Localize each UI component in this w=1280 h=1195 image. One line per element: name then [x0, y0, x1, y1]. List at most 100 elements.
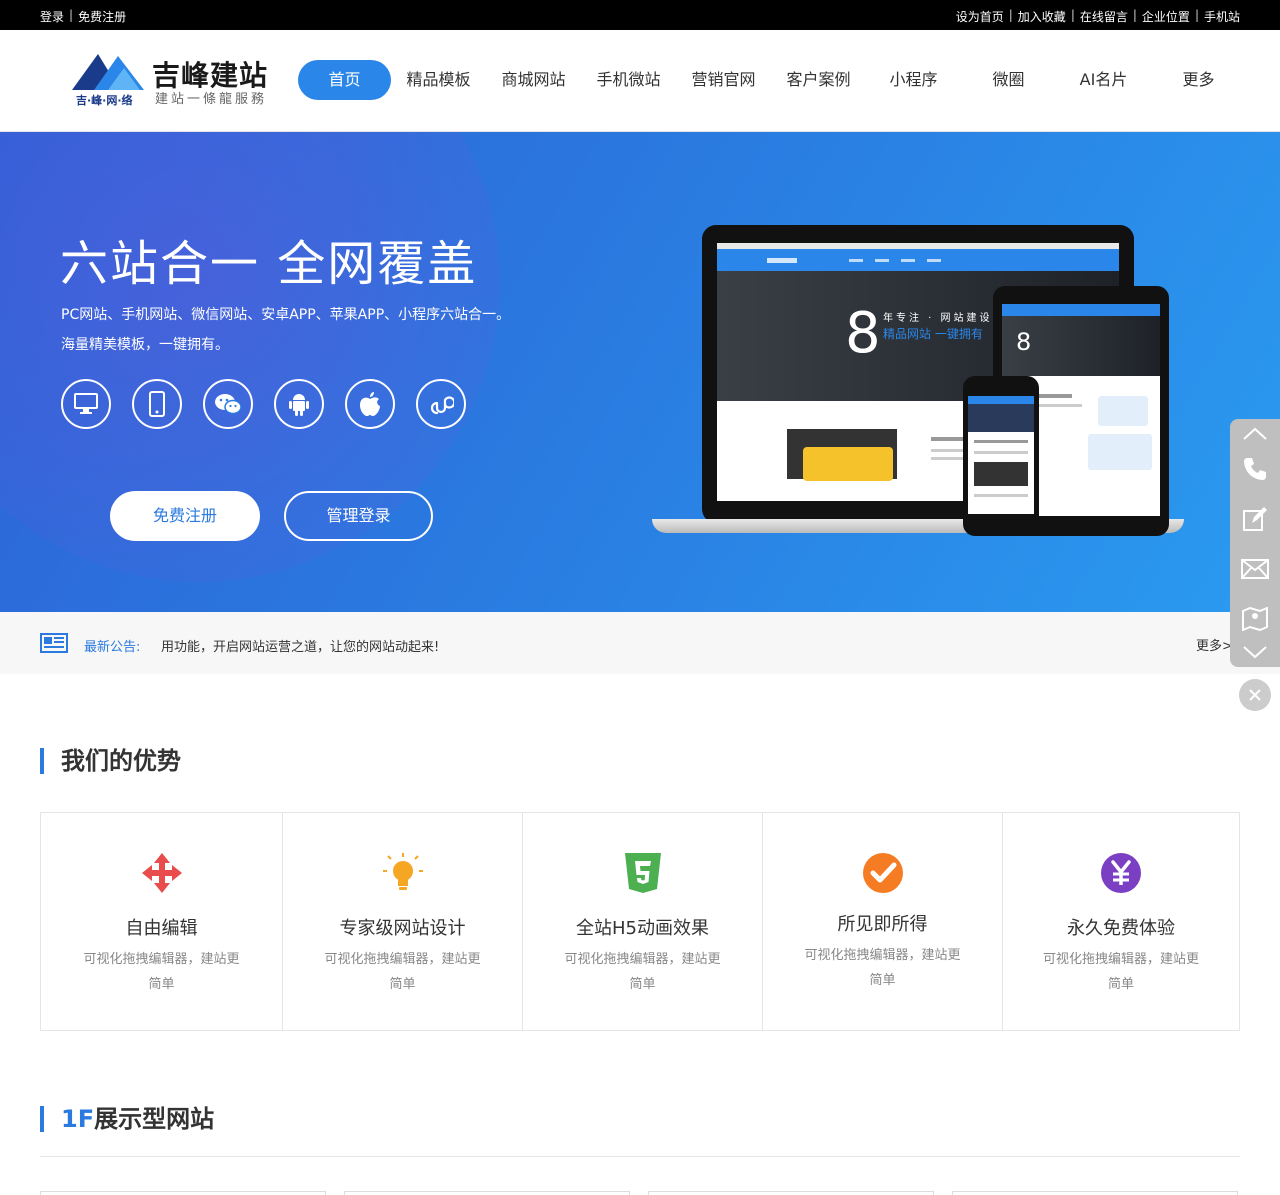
- banner-description: PC网站、手机网站、微信网站、安卓APP、苹果APP、小程序六站合一。 海量精美…: [61, 300, 510, 360]
- phone-screen: [968, 396, 1034, 514]
- announcement-more-link[interactable]: 更多>: [1196, 635, 1233, 654]
- nav-item-marketing[interactable]: 营销官网: [676, 60, 771, 100]
- logo-slogan: 建站一條龍服務: [155, 92, 268, 107]
- mini-program-icon[interactable]: [416, 379, 466, 429]
- logo-sub-text: 吉·峰·网·络: [76, 94, 133, 107]
- nav-item-mobile[interactable]: 手机微站: [581, 60, 676, 100]
- nav-item-ai-card[interactable]: AI名片: [1056, 60, 1151, 100]
- feature-description: 可视化拖拽编辑器，建站更简单: [564, 952, 721, 992]
- site-logo[interactable]: 吉·峰·网·络 吉峰建站 建站一條龍服務: [72, 50, 282, 110]
- map-icon: [1242, 607, 1268, 631]
- mail-icon: [1241, 559, 1269, 579]
- banner-desc-line: 海量精美模板，一键拥有。: [61, 337, 229, 353]
- scroll-down-button[interactable]: [1230, 637, 1280, 667]
- check-circle-icon: [862, 853, 903, 893]
- register-link[interactable]: 免费注册: [78, 8, 126, 25]
- nav-item-weiquan[interactable]: 微圈: [961, 60, 1056, 100]
- feature-card[interactable]: 专家级网站设计 可视化拖拽编辑器，建站更简单: [283, 813, 523, 1030]
- nav-item-cases[interactable]: 客户案例: [771, 60, 866, 100]
- set-homepage-link[interactable]: 设为首页: [956, 8, 1004, 25]
- move-arrows-icon: [141, 853, 182, 893]
- feature-description: 可视化拖拽编辑器，建站更简单: [1043, 952, 1200, 992]
- feature-description: 可视化拖拽编辑器，建站更简单: [83, 952, 240, 992]
- separator: |: [1132, 8, 1137, 22]
- floor1-cards: [40, 1191, 1240, 1195]
- separator: |: [1194, 8, 1199, 22]
- header: 吉·峰·网·络 吉峰建站 建站一條龍服務 首页 精品模板 商城网站 手机微站 营…: [0, 30, 1280, 132]
- banner-title: 六站合一 全网覆盖: [60, 236, 478, 292]
- feature-title: 所见即所得: [837, 914, 928, 935]
- scroll-up-button[interactable]: [1230, 419, 1280, 449]
- mobile-site-link[interactable]: 手机站: [1204, 8, 1240, 25]
- nav-item-templates[interactable]: 精品模板: [391, 60, 486, 100]
- nav-item-more[interactable]: 更多: [1151, 60, 1246, 100]
- message-tool-button[interactable]: [1230, 499, 1280, 539]
- template-card[interactable]: [648, 1191, 934, 1195]
- nav-item-mini-program[interactable]: 小程序: [866, 60, 961, 100]
- section-title-text: 我们的优势: [61, 747, 181, 775]
- phone-icon: [1244, 458, 1266, 480]
- advantages-section-title: 我们的优势: [40, 748, 181, 774]
- close-side-toolbar-button[interactable]: [1239, 679, 1271, 711]
- mobile-icon[interactable]: [132, 379, 182, 429]
- apple-icon[interactable]: [345, 379, 395, 429]
- company-location-link[interactable]: 企业位置: [1142, 8, 1190, 25]
- feature-card[interactable]: 全站H5动画效果 可视化拖拽编辑器，建站更简单: [523, 813, 763, 1030]
- side-toolbar: [1230, 419, 1280, 667]
- feature-card[interactable]: 自由编辑 可视化拖拽编辑器，建站更简单: [41, 813, 283, 1030]
- separator: |: [1008, 8, 1013, 22]
- close-icon: [1249, 689, 1261, 701]
- newspaper-icon: [40, 633, 68, 653]
- yuan-circle-icon: [1101, 853, 1141, 893]
- feature-description: 可视化拖拽编辑器，建站更简单: [804, 948, 961, 988]
- light-bulb-icon: [382, 853, 423, 890]
- nav-item-shop[interactable]: 商城网站: [486, 60, 581, 100]
- login-link[interactable]: 登录: [40, 8, 64, 25]
- feature-description: 可视化拖拽编辑器，建站更简单: [324, 952, 481, 992]
- main-nav: 首页 精品模板 商城网站 手机微站 营销官网 客户案例 小程序 微圈 AI名片 …: [298, 60, 1246, 100]
- announcement-bar: 最新公告: 用功能，开启网站运营之道，让您的网站动起来! 更多>: [0, 612, 1280, 674]
- chevron-down-icon: [1243, 646, 1267, 659]
- mock-hero-number: 8: [845, 301, 881, 366]
- nav-item-home[interactable]: 首页: [298, 60, 391, 100]
- tablet-hero-number: 8: [1016, 328, 1032, 356]
- announcement-label: 最新公告:: [84, 640, 141, 655]
- desktop-icon[interactable]: [61, 379, 111, 429]
- edit-icon: [1243, 507, 1267, 531]
- separator: |: [1070, 8, 1075, 22]
- phone-mockup: [963, 376, 1039, 536]
- android-icon[interactable]: [274, 379, 324, 429]
- map-tool-button[interactable]: [1230, 599, 1280, 639]
- add-favorite-link[interactable]: 加入收藏: [1018, 8, 1066, 25]
- section-divider: [40, 1156, 1240, 1157]
- advantages-grid: 自由编辑 可视化拖拽编辑器，建站更简单 专家级网站设计 可视化拖拽编辑器，建站更…: [40, 812, 1240, 1031]
- feature-title: 专家级网站设计: [339, 918, 466, 939]
- mock-hero-line1: 年专注 · 网站建设: [883, 313, 993, 324]
- floor-title: 展示型网站: [94, 1105, 215, 1133]
- feature-title: 自由编辑: [125, 918, 198, 939]
- online-message-link[interactable]: 在线留言: [1080, 8, 1128, 25]
- feature-card[interactable]: 所见即所得 可视化拖拽编辑器，建站更简单: [763, 813, 1003, 1030]
- top-bar: 登录 | 免费注册 设为首页 | 加入收藏 | 在线留言 | 企业位置 | 手机…: [0, 0, 1280, 30]
- platform-icons: [61, 379, 466, 429]
- hero-banner: 六站合一 全网覆盖 PC网站、手机网站、微信网站、安卓APP、苹果APP、小程序…: [0, 132, 1280, 612]
- wechat-icon[interactable]: [203, 379, 253, 429]
- floor-number: 1F: [61, 1105, 95, 1133]
- banner-desc-line: PC网站、手机网站、微信网站、安卓APP、苹果APP、小程序六站合一。: [61, 307, 511, 323]
- feature-title: 全站H5动画效果: [576, 918, 709, 939]
- feature-card[interactable]: 永久免费体验 可视化拖拽编辑器，建站更简单: [1003, 813, 1239, 1030]
- feature-title: 永久免费体验: [1067, 918, 1175, 939]
- html5-icon: [624, 853, 661, 893]
- template-card[interactable]: [40, 1191, 326, 1195]
- template-card[interactable]: [952, 1191, 1238, 1195]
- chevron-up-icon: [1243, 427, 1267, 440]
- separator: |: [69, 8, 74, 22]
- email-tool-button[interactable]: [1230, 549, 1280, 589]
- mountain-logo-icon: [72, 54, 144, 90]
- admin-login-button[interactable]: 管理登录: [284, 491, 433, 541]
- phone-tool-button[interactable]: [1230, 449, 1280, 489]
- floor1-section-title: 1F展示型网站: [40, 1106, 214, 1132]
- announcement-text[interactable]: 用功能，开启网站运营之道，让您的网站动起来!: [161, 636, 439, 655]
- free-register-button[interactable]: 免费注册: [110, 491, 260, 541]
- template-card[interactable]: [344, 1191, 630, 1195]
